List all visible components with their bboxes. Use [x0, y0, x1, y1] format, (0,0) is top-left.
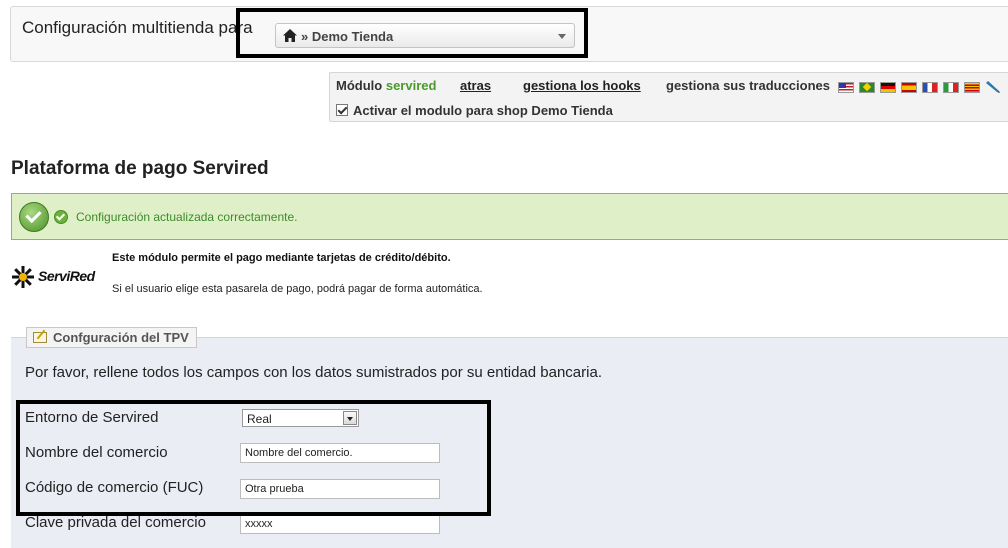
- activate-row[interactable]: Activar el modulo para shop Demo Tienda: [336, 103, 613, 118]
- pencil-icon[interactable]: [985, 80, 1001, 94]
- us-flag-icon[interactable]: [838, 82, 854, 93]
- success-check-icon: [19, 202, 49, 232]
- logo-text: ServiRed: [38, 268, 95, 284]
- highlight-box-fields: [16, 400, 491, 516]
- module-prefix: Módulo: [336, 78, 383, 93]
- activate-label: Activar el modulo para shop Demo Tienda: [353, 103, 613, 118]
- fr-flag-icon[interactable]: [922, 82, 938, 93]
- tpv-instruction: Por favor, rellene todos los campos con …: [25, 364, 602, 381]
- hooks-link[interactable]: gestiona los hooks: [523, 78, 641, 93]
- tpv-legend: Confguración del TPV: [26, 327, 197, 348]
- translations-label: gestiona sus traducciones: [666, 78, 830, 93]
- br-flag-icon[interactable]: [859, 82, 875, 93]
- edit-icon: [33, 332, 47, 343]
- ca-flag-icon[interactable]: [964, 82, 980, 93]
- page-title: Plataforma de pago Servired: [11, 158, 269, 179]
- tpv-legend-label: Confguración del TPV: [53, 330, 189, 345]
- activate-checkbox[interactable]: [336, 104, 348, 116]
- module-name: servired: [385, 78, 437, 93]
- intro-line-2: Si el usuario elige esta pasarela de pag…: [112, 283, 483, 295]
- servired-star-icon: [12, 266, 34, 288]
- es-flag-icon[interactable]: [901, 82, 917, 93]
- small-check-icon: [54, 210, 68, 224]
- intro-line-1: Este módulo permite el pago mediante tar…: [112, 252, 451, 264]
- highlight-box-shop: [236, 8, 588, 58]
- private-key-input[interactable]: xxxxx: [240, 514, 440, 534]
- success-message: Configuración actualizada correctamente.: [11, 193, 1008, 240]
- private-key-label: Clave privada del comercio: [25, 514, 206, 531]
- it-flag-icon[interactable]: [943, 82, 959, 93]
- back-link[interactable]: atras: [460, 78, 491, 93]
- servired-logo: ServiRed: [11, 263, 101, 291]
- multishop-label: Configuración multitienda para: [22, 18, 253, 37]
- success-text: Configuración actualizada correctamente.: [76, 210, 298, 224]
- module-toolbar: Módulo servired atras gestiona los hooks…: [329, 72, 1008, 122]
- module-title: Módulo servired: [336, 78, 436, 93]
- de-flag-icon[interactable]: [880, 82, 896, 93]
